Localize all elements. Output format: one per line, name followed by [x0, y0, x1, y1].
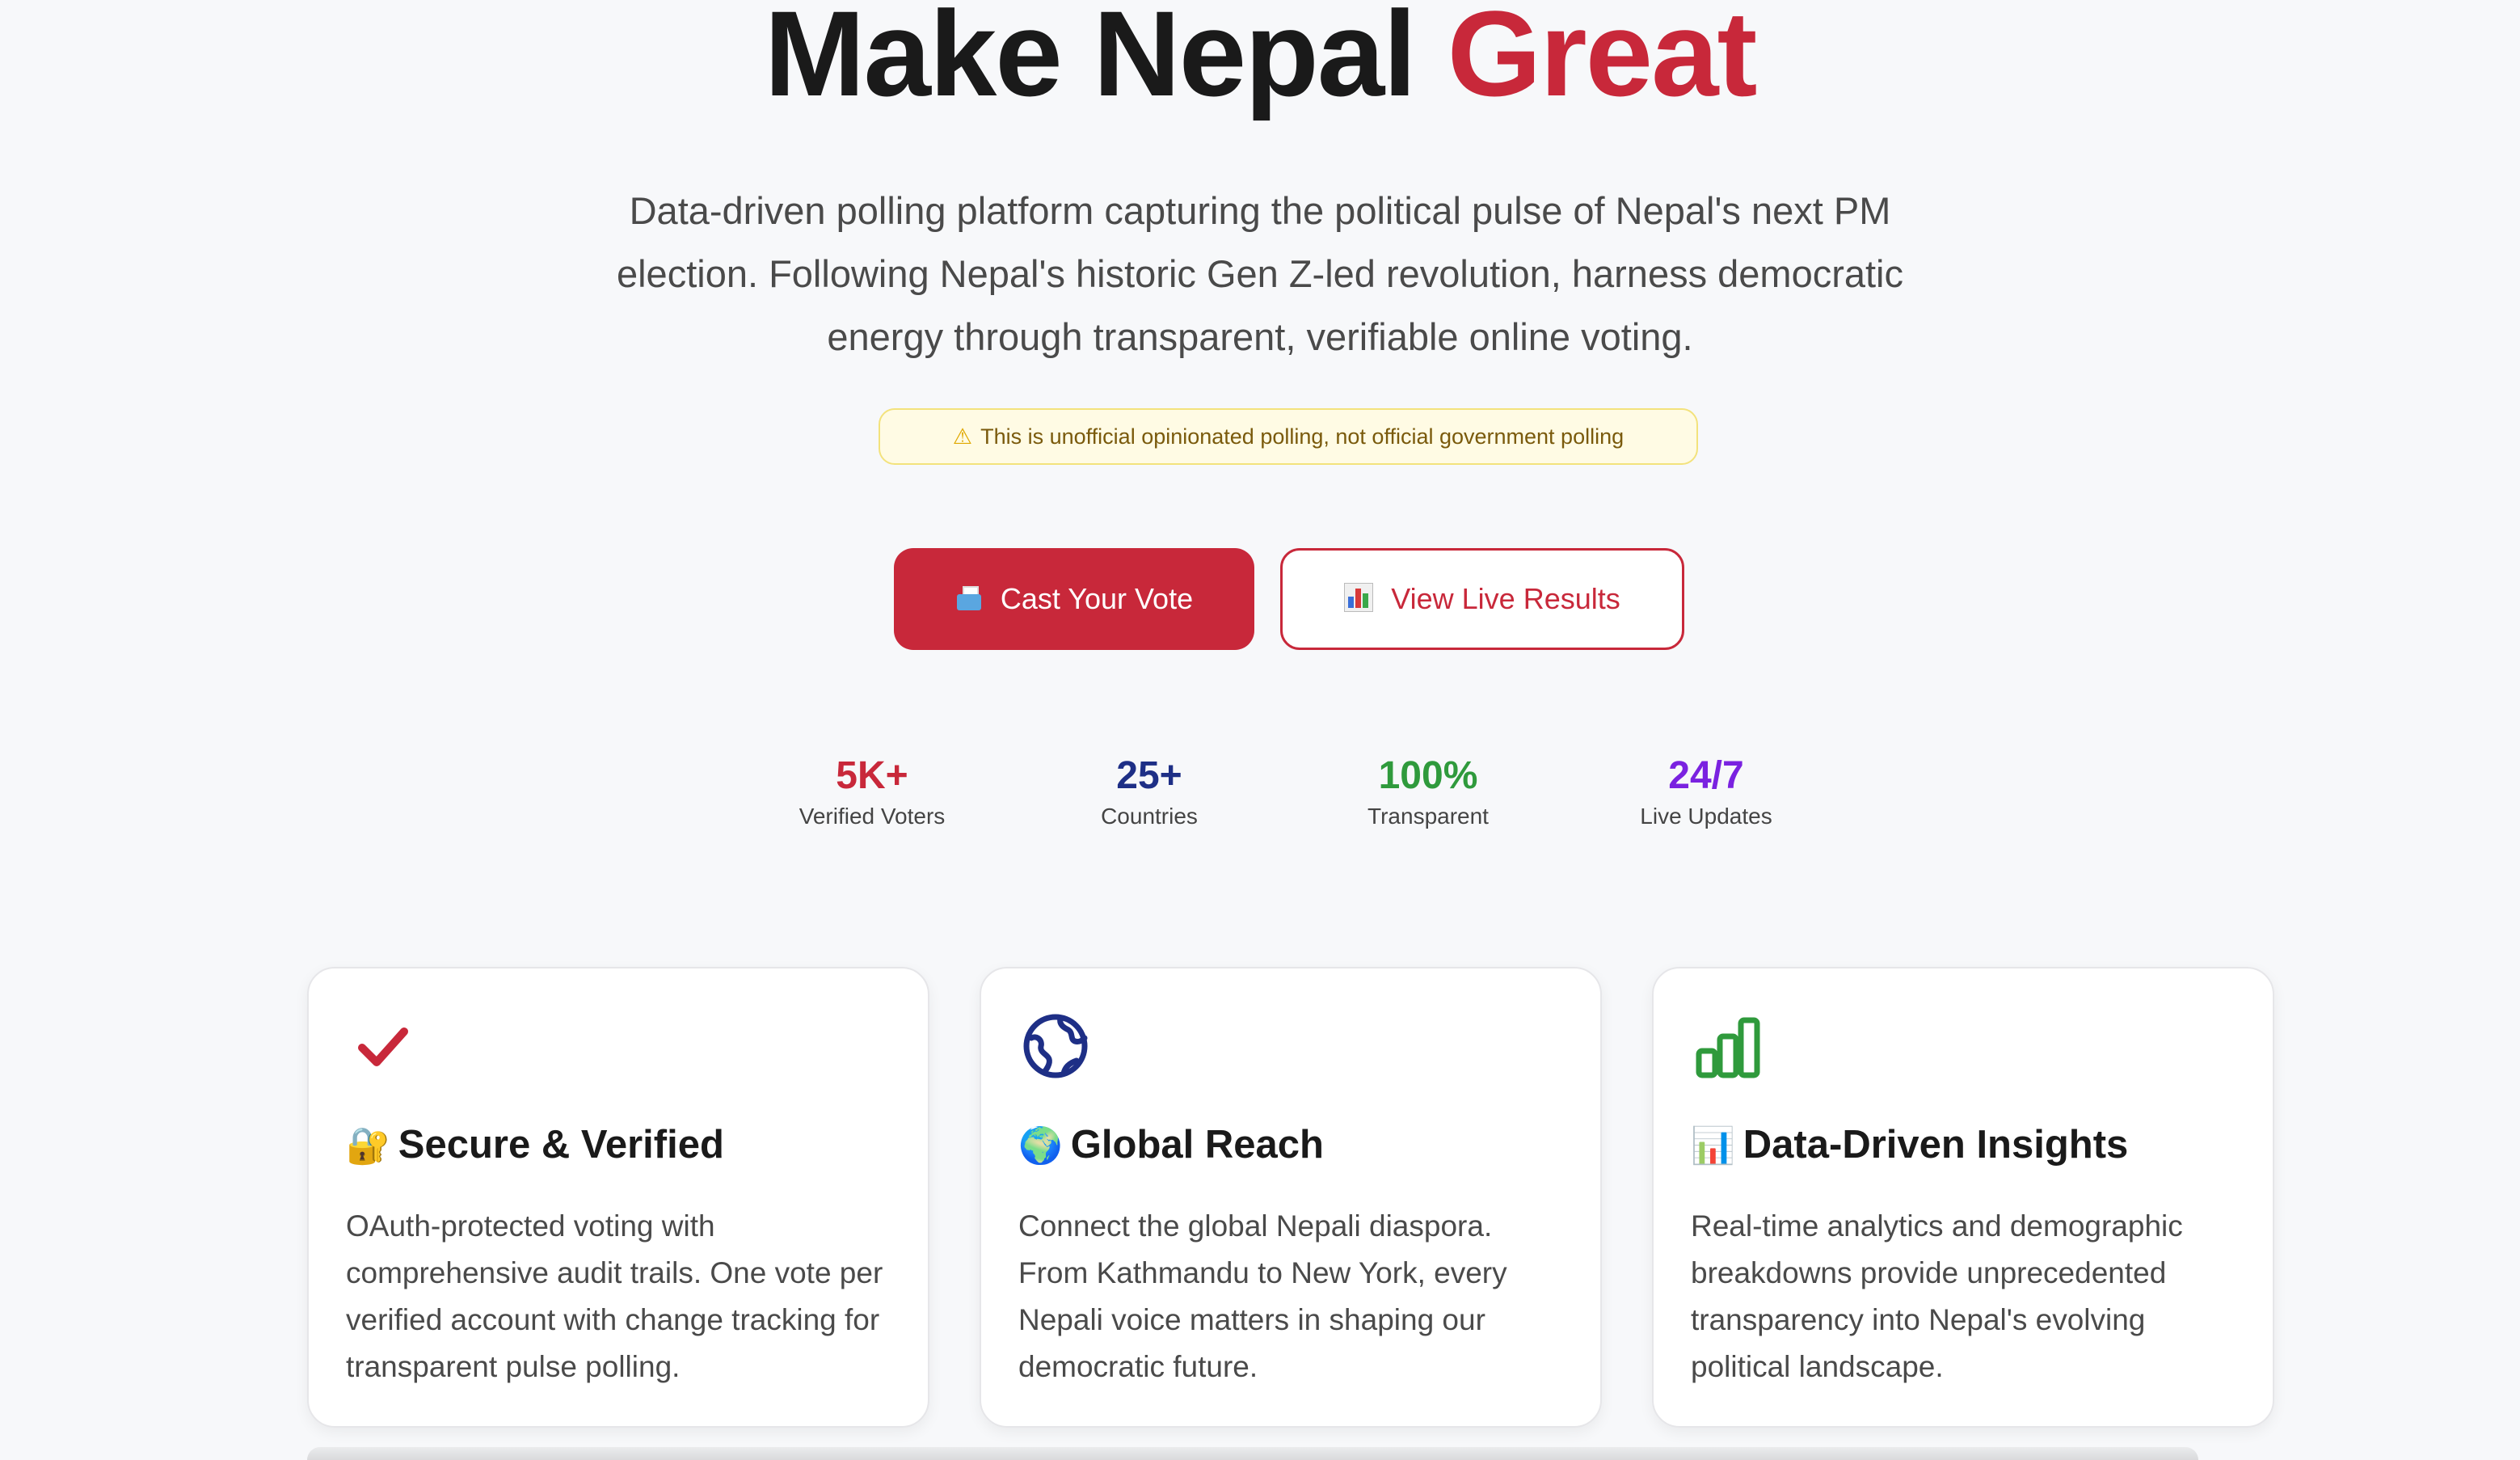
view-results-label: View Live Results [1391, 582, 1620, 615]
cast-vote-button[interactable]: Cast Your Vote [894, 548, 1254, 650]
feature-title: 🌍 Global Reach [1018, 1123, 1324, 1167]
stat-label: Verified Voters [799, 804, 946, 829]
stat-label: Countries [1101, 804, 1198, 829]
warning-icon: ⚠ [952, 424, 973, 449]
feature-card-secure: 🔐 Secure & Verified OAuth-protected votin… [307, 967, 929, 1428]
feature-body: Real-time analytics and demographic brea… [1691, 1209, 2183, 1383]
earth-icon: 🌍 [1018, 1126, 1063, 1166]
checkmark-icon [358, 1027, 408, 1066]
next-section-edge [307, 1447, 2198, 1460]
stat-label: Transparent [1367, 804, 1489, 829]
stat-verified-voters: 5K+ Verified Voters [751, 752, 993, 833]
stat-countries: 25+ Countries [1028, 752, 1271, 833]
hero-subtitle: Data-driven polling platform capturing t… [616, 189, 1904, 358]
stat-label: Live Updates [1640, 804, 1772, 829]
stat-transparent: 100% Transparent [1307, 752, 1549, 833]
disclaimer-text: This is unofficial opinionated polling, … [980, 424, 1625, 449]
lock-icon: 🔐 [346, 1126, 390, 1166]
stat-value: 24/7 [1668, 754, 1744, 797]
title-accent: Great [1447, 0, 1758, 121]
feature-body: OAuth-protected voting with comprehensiv… [346, 1209, 883, 1383]
stat-value: 25+ [1116, 754, 1182, 797]
stat-live-updates: 24/7 Live Updates [1585, 752, 1827, 833]
feature-card-insights: 📊 Data-Driven Insights Real-time analytic… [1652, 967, 2274, 1428]
cast-vote-label: Cast Your Vote [1000, 582, 1194, 615]
title-main: Make Nepal [764, 0, 1417, 121]
feature-card-global: 🌍 Global Reach Connect the global Nepali … [980, 967, 1602, 1428]
bar-chart-icon [1696, 1017, 1760, 1078]
stat-value: 5K+ [836, 754, 908, 797]
bar-chart-icon [1344, 583, 1374, 612]
ballot-box-icon [955, 586, 983, 610]
globe-icon [1023, 1014, 1088, 1078]
chart-emoji-icon: 📊 [1691, 1126, 1735, 1166]
feature-title: 📊 Data-Driven Insights [1691, 1123, 2129, 1167]
view-results-button[interactable]: View Live Results [1280, 548, 1684, 650]
disclaimer-badge: ⚠ This is unofficial opinionated polling,… [879, 408, 1698, 465]
feature-body: Connect the global Nepali diaspora. From… [1018, 1209, 1507, 1383]
feature-title: 🔐 Secure & Verified [346, 1123, 724, 1167]
page-title: Make Nepal Great [0, 0, 2520, 118]
stat-value: 100% [1378, 754, 1478, 797]
